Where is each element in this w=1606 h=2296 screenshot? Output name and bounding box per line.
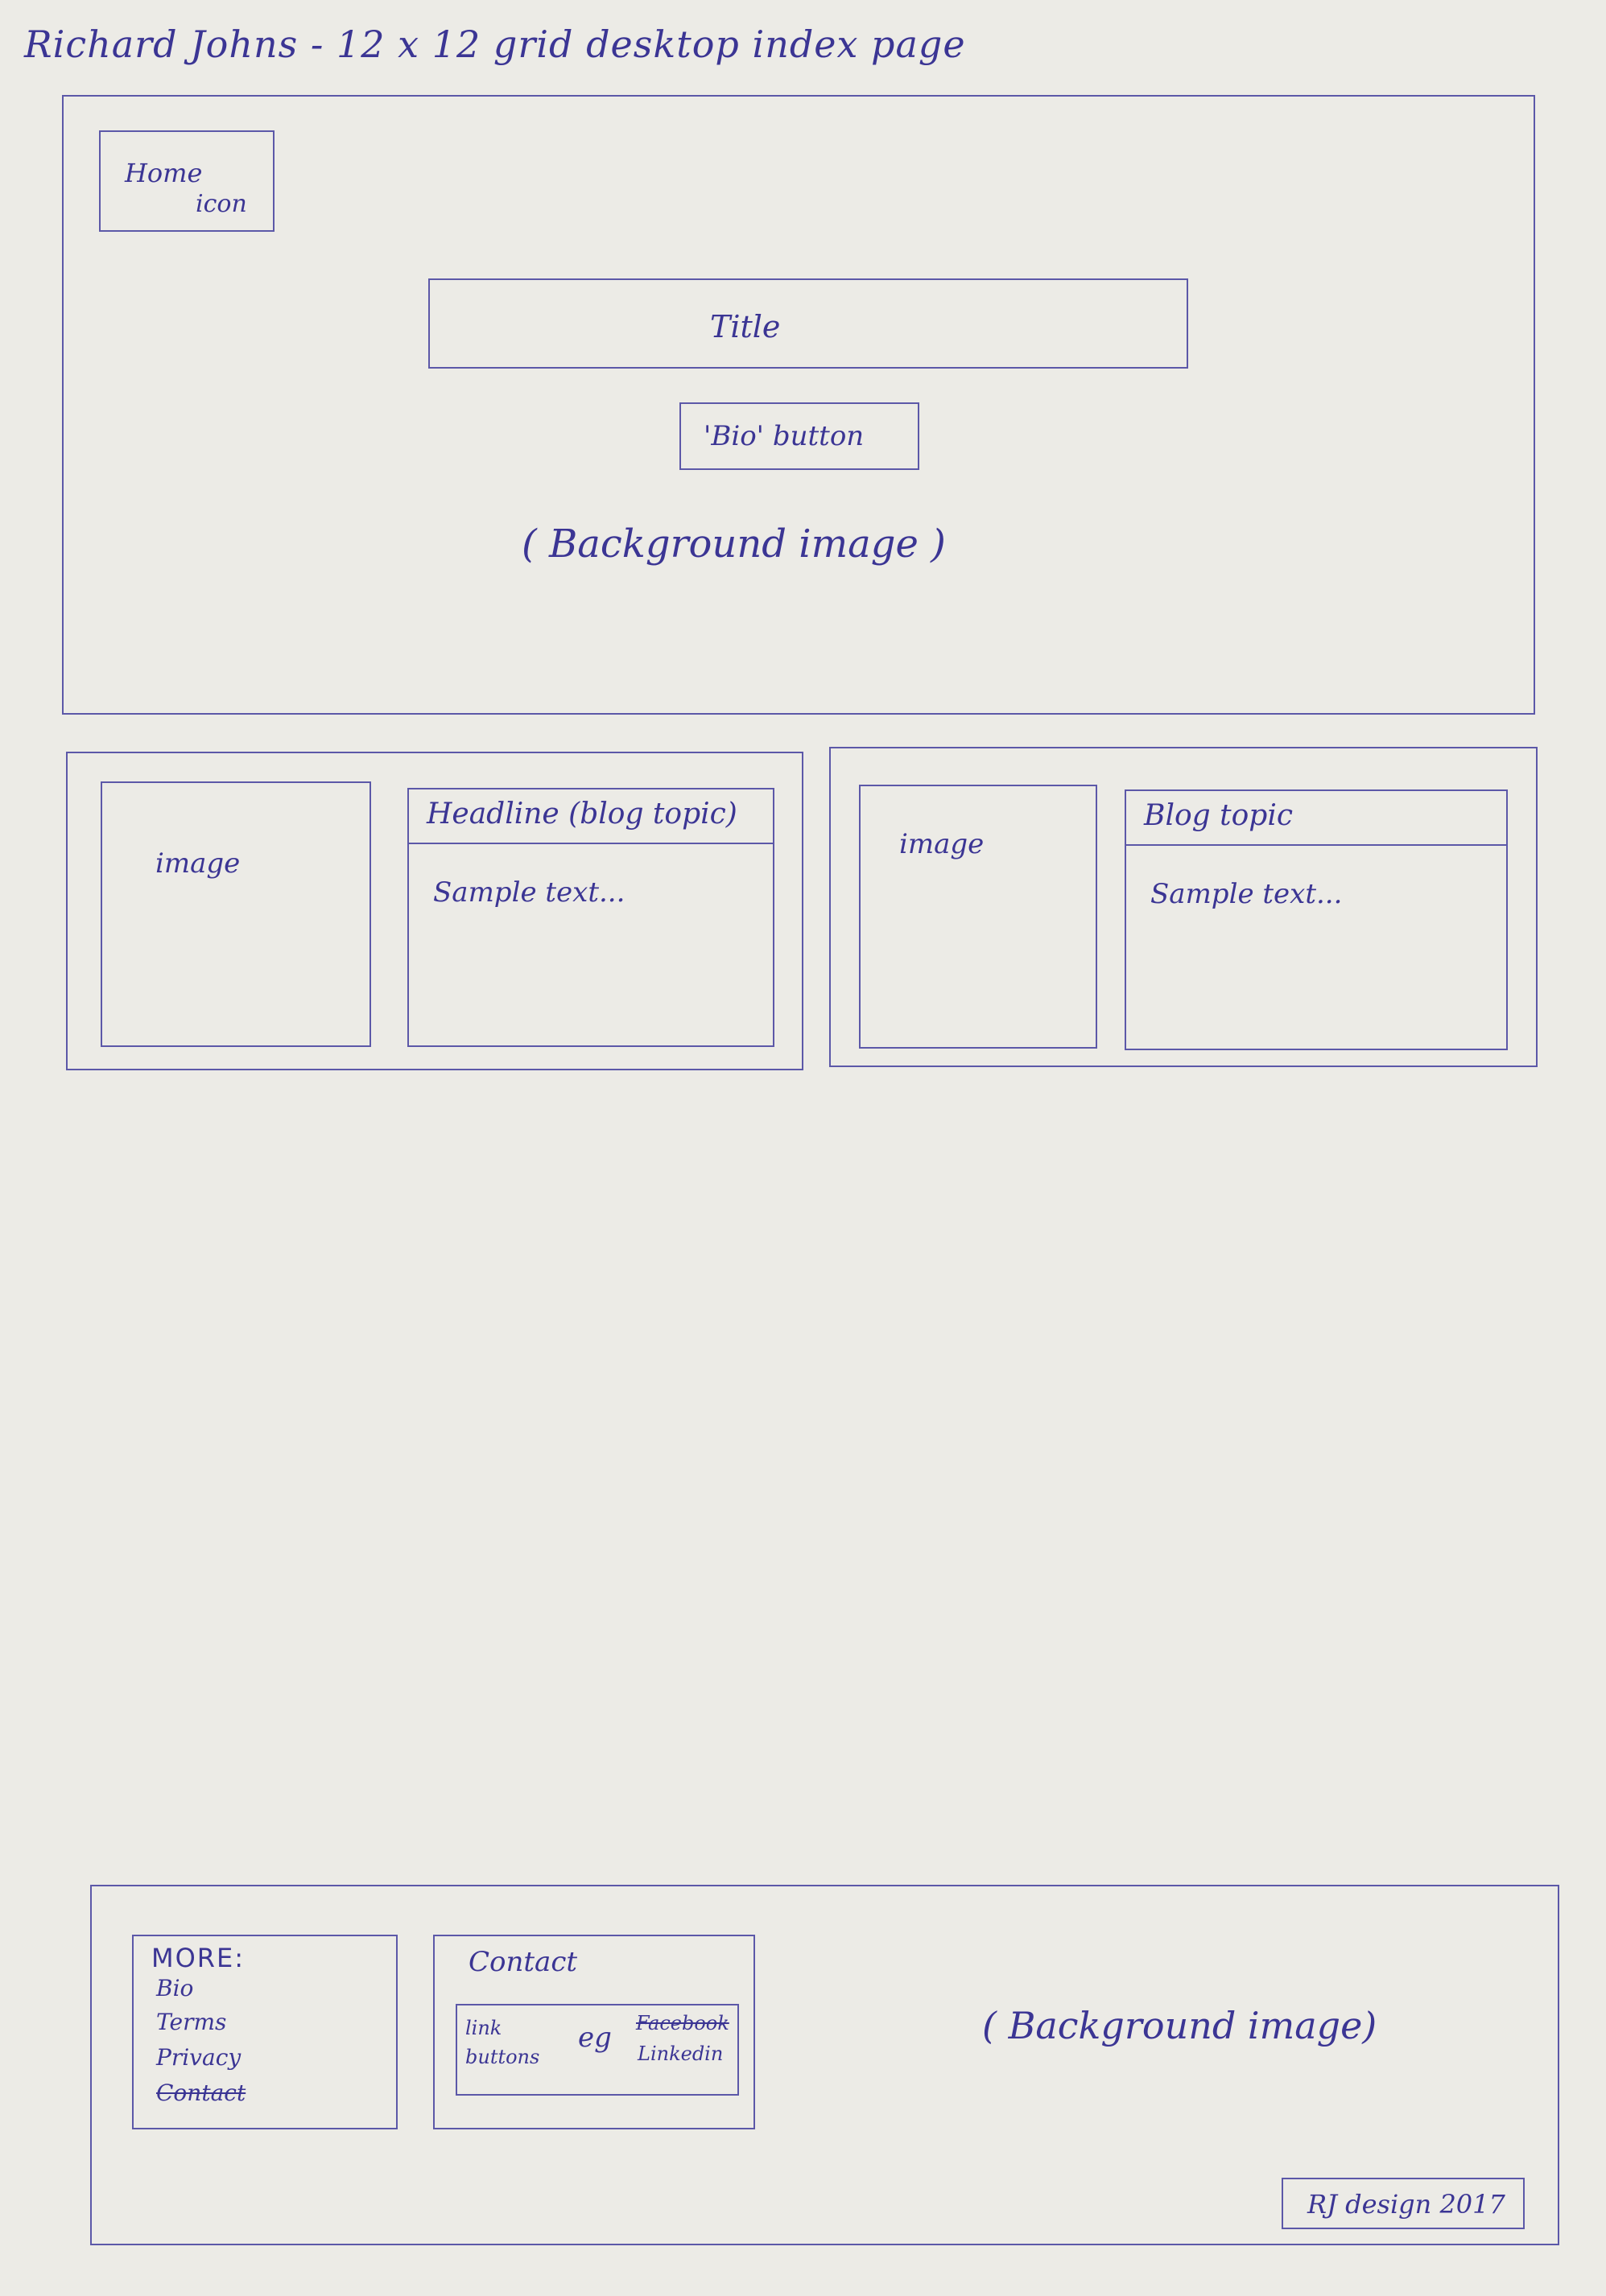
social-link-buttons: link buttons eg Facebook Linkedin <box>456 2004 739 2096</box>
link-buttons-label: link <box>465 2017 502 2039</box>
footer-link-terms[interactable]: Terms <box>156 2009 226 2035</box>
blog-image-placeholder[interactable]: image <box>101 781 371 1047</box>
link-buttons-label-2: buttons <box>465 2046 540 2068</box>
credit-text: RJ design 2017 <box>1307 2189 1505 2220</box>
blog-headline: Blog topic <box>1144 799 1293 832</box>
footer-link-contact[interactable]: Contact <box>156 2080 246 2106</box>
eg-label: eg <box>578 2022 612 2054</box>
blog-sample-text: Sample text... <box>433 876 625 909</box>
blog-headline: Headline (blog topic) <box>427 798 737 831</box>
bio-button[interactable]: 'Bio' button <box>679 402 919 470</box>
blog-post-content: Blog topic Sample text... <box>1125 789 1508 1050</box>
linkedin-link[interactable]: Linkedin <box>638 2042 723 2065</box>
hero-background-label: ( Background image ) <box>522 521 946 567</box>
hero-title-box: Title <box>428 278 1188 369</box>
blog-sample-text: Sample text... <box>1150 878 1343 910</box>
page-title: Richard Johns - 12 x 12 grid desktop ind… <box>24 23 966 66</box>
blog-post-content: Headline (blog topic) Sample text... <box>407 788 774 1047</box>
contact-title: Contact <box>469 1946 578 1978</box>
image-label: image <box>899 828 985 860</box>
home-icon[interactable]: Home icon <box>99 130 275 232</box>
more-title: MORE: <box>151 1943 246 1973</box>
footer-background-label: ( Background image) <box>982 2004 1377 2047</box>
bio-button-label: 'Bio' button <box>704 420 865 452</box>
home-icon-label-2: icon <box>196 190 247 218</box>
blog-headline-bar[interactable]: Headline (blog topic) <box>409 789 773 844</box>
home-icon-label-1: Home <box>125 158 203 188</box>
hero-title: Title <box>710 309 781 344</box>
image-label: image <box>155 847 241 880</box>
footer-link-bio[interactable]: Bio <box>156 1975 193 2001</box>
footer-link-privacy[interactable]: Privacy <box>156 2044 241 2071</box>
blog-image-placeholder[interactable]: image <box>859 785 1097 1049</box>
blog-headline-bar[interactable]: Blog topic <box>1126 791 1506 846</box>
facebook-link[interactable]: Facebook <box>636 2012 729 2034</box>
footer-more-menu: MORE: Bio Terms Privacy Contact <box>132 1935 398 2129</box>
credit-badge: RJ design 2017 <box>1282 2178 1525 2229</box>
